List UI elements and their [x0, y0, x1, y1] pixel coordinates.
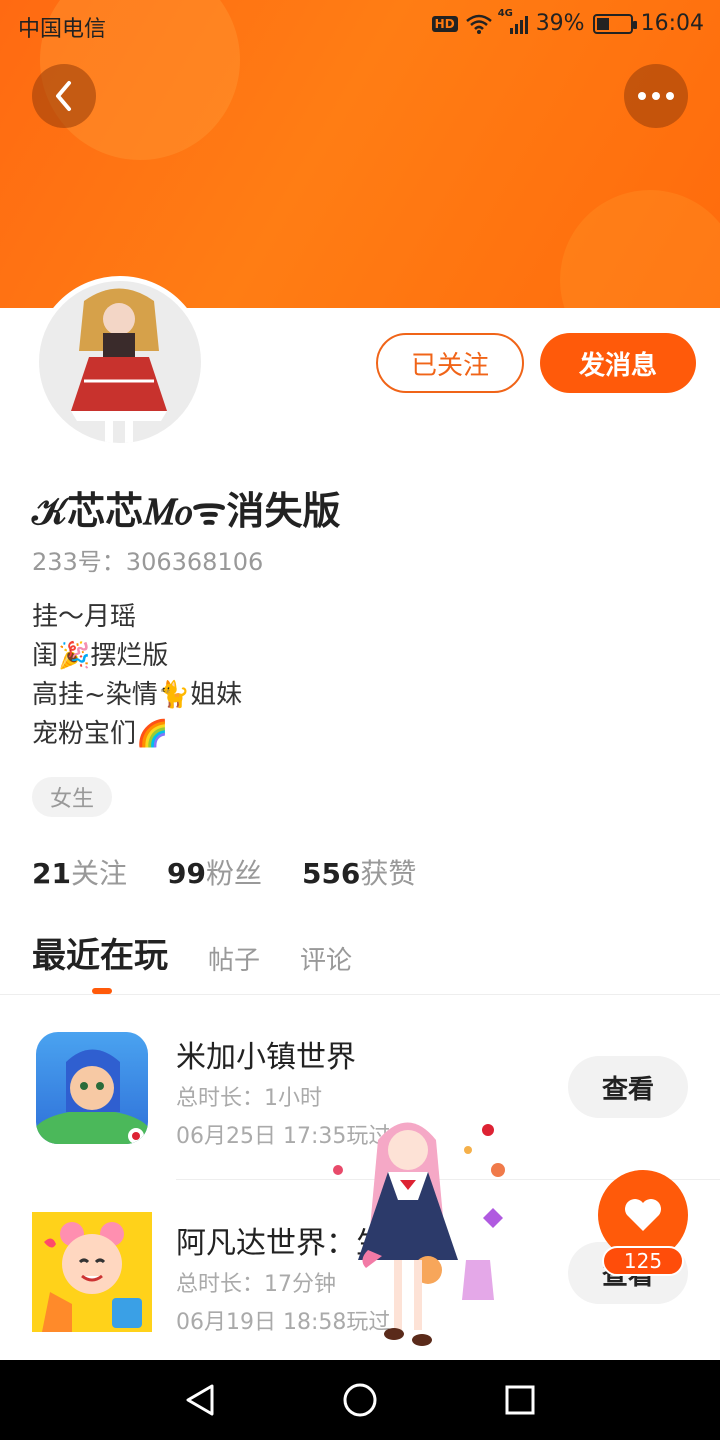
- nav-home-button[interactable]: [340, 1380, 380, 1420]
- stat-likes[interactable]: 556获赞: [302, 852, 416, 892]
- avatar-character-image: [71, 288, 167, 443]
- more-options-button[interactable]: [624, 64, 688, 128]
- game-duration: 总时长：17分钟: [176, 1272, 336, 1297]
- user-nickname: 𝒦芯芯𝑀𝑜ᯤ消失版: [32, 489, 341, 533]
- profile-stats: 21关注 99粉丝 556获赞: [32, 852, 416, 892]
- battery-icon: [592, 13, 637, 34]
- more-dots-icon: [638, 92, 674, 100]
- bio-line: 挂～月瑶: [32, 602, 137, 632]
- divider: [0, 994, 720, 995]
- back-button[interactable]: [32, 64, 96, 128]
- hd-icon: HD: [431, 15, 458, 32]
- game-icon-miga: [36, 1032, 148, 1144]
- stat-fans[interactable]: 99粉丝: [167, 852, 262, 892]
- battery-percent: 39%: [535, 11, 585, 36]
- bio-line: 高挂~染情🐈姐妹: [32, 680, 243, 710]
- status-bar: 中国电信 HD 4G 39% 16:04: [0, 0, 720, 50]
- signal-icon: 4G: [498, 8, 528, 34]
- nav-recents-button[interactable]: [500, 1380, 540, 1420]
- chevron-left-icon: [56, 81, 71, 111]
- bio-line: 宠粉宝们🌈: [32, 719, 169, 749]
- triangle-back-icon: [186, 1384, 214, 1416]
- tab-posts[interactable]: 帖子: [208, 940, 260, 977]
- square-recents-icon: [505, 1385, 535, 1415]
- nav-back-button[interactable]: [180, 1380, 220, 1420]
- network-type-label: 4G: [497, 7, 513, 19]
- gender-tag: 女生: [32, 777, 112, 817]
- view-game-button[interactable]: 查看: [568, 1056, 688, 1118]
- bio-line: 闺🎉摆烂版: [32, 641, 169, 671]
- heart-icon: [625, 1199, 661, 1231]
- game-title: 米加小镇世界: [176, 1040, 356, 1075]
- tab-comments[interactable]: 评论: [300, 940, 352, 977]
- followed-button[interactable]: 已关注: [376, 333, 524, 393]
- clock: 16:04: [640, 11, 704, 36]
- game-icon-avatar-world: [32, 1212, 152, 1332]
- avatar[interactable]: [34, 276, 206, 448]
- tab-recent-played[interactable]: 最近在玩: [32, 928, 168, 977]
- like-count-badge: 125: [602, 1246, 684, 1276]
- user-id: 233号：306368106: [32, 548, 264, 576]
- system-navigation-bar: [0, 1360, 720, 1440]
- send-message-button[interactable]: 发消息: [540, 333, 696, 393]
- profile-screen: 中国电信 HD 4G 39% 16:04 已关注 发消息 𝒦芯芯𝑀𝑜ᯤ消失版 2…: [0, 0, 720, 1440]
- circle-home-icon: [343, 1383, 377, 1417]
- profile-tabs: 最近在玩 帖子 评论: [32, 928, 352, 977]
- game-duration: 总时长：1小时: [176, 1086, 322, 1111]
- wifi-icon: [465, 14, 492, 34]
- floating-mascot-sticker[interactable]: [318, 1110, 518, 1360]
- carrier-label: 中国电信: [18, 17, 107, 42]
- stat-following[interactable]: 21关注: [32, 852, 127, 892]
- user-bio: 挂～月瑶 闺🎉摆烂版 高挂~染情🐈姐妹 宠粉宝们🌈: [32, 598, 242, 754]
